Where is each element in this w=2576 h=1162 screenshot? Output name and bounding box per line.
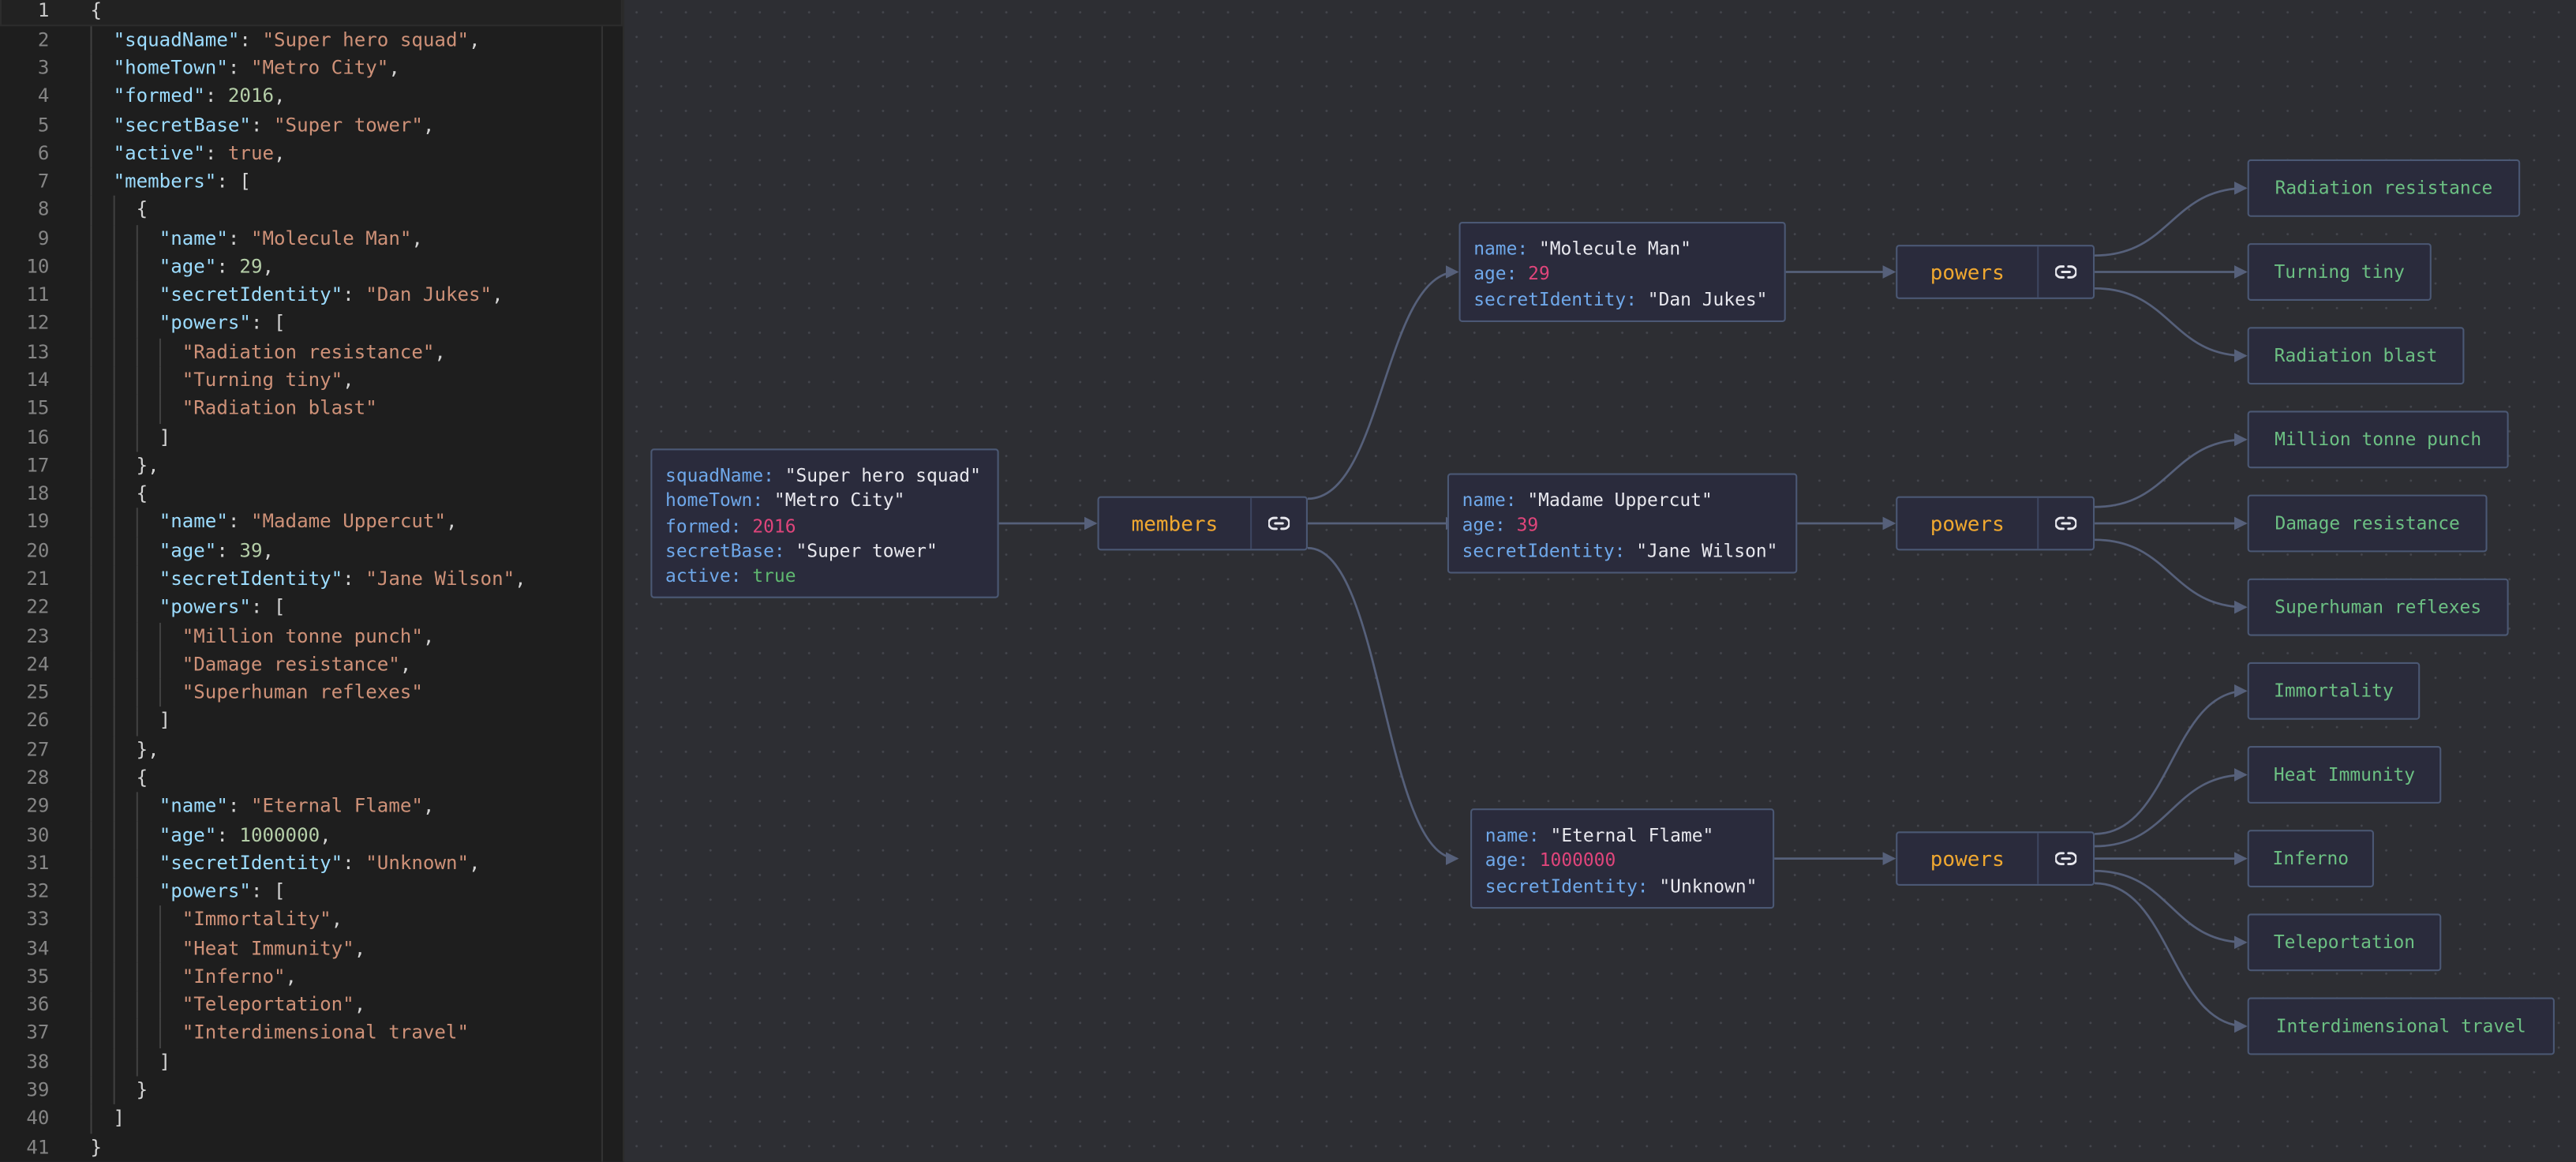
field-row: secretIdentity: "Unknown" xyxy=(1485,874,1760,899)
field-value: "Molecule Man" xyxy=(1538,238,1691,260)
array-label: members xyxy=(1131,511,1219,536)
field-value: 39 xyxy=(1516,515,1539,537)
field-key: homeTown: xyxy=(665,489,774,512)
power-leaf-node[interactable]: Radiation blast xyxy=(2247,327,2465,385)
link-icon[interactable] xyxy=(2037,833,2093,884)
power-leaf-node[interactable]: Heat Immunity xyxy=(2247,746,2442,804)
field-row: name: "Molecule Man" xyxy=(1473,237,1771,262)
field-value: "Madame Uppercut" xyxy=(1527,489,1713,512)
power-leaf-node[interactable]: Million tonne punch xyxy=(2247,410,2509,469)
field-row: formed: 2016 xyxy=(665,514,984,539)
field-key: secretIdentity: xyxy=(1462,540,1637,562)
power-leaf-node[interactable]: Interdimensional travel xyxy=(2247,997,2555,1055)
power-leaf-node[interactable]: Radiation resistance xyxy=(2247,159,2521,217)
field-value: "Dan Jukes" xyxy=(1647,288,1768,310)
powers-array-node[interactable]: powers xyxy=(1896,496,2095,551)
member-object-node[interactable]: name: "Eternal Flame" age: 1000000 secretI… xyxy=(1470,808,1775,909)
field-key: secretBase: xyxy=(665,540,796,562)
graph-edge xyxy=(2095,287,2248,362)
power-leaf-node[interactable]: Damage resistance xyxy=(2247,494,2488,553)
field-key: name: xyxy=(1462,489,1528,512)
field-row: secretIdentity: "Dan Jukes" xyxy=(1473,287,1771,312)
power-leaf-node[interactable]: Teleportation xyxy=(2247,913,2442,972)
link-icon[interactable] xyxy=(2037,246,2093,298)
power-leaf-node[interactable]: Inferno xyxy=(2247,830,2374,888)
field-key: name: xyxy=(1485,824,1551,847)
field-value: "Metro City" xyxy=(773,489,905,512)
graph-edge xyxy=(1307,546,1459,865)
array-label: powers xyxy=(1930,511,2005,536)
field-row: name: "Madame Uppercut" xyxy=(1462,488,1783,513)
member-object-node[interactable]: name: "Molecule Man" age: 29 secretIdentit… xyxy=(1458,222,1786,322)
field-value: "Jane Wilson" xyxy=(1636,540,1778,562)
array-label: powers xyxy=(1930,846,2005,872)
field-key: name: xyxy=(1473,238,1539,260)
link-icon[interactable] xyxy=(2037,497,2093,549)
field-key: squadName: xyxy=(665,465,785,487)
field-key: secretIdentity: xyxy=(1473,288,1648,310)
field-row: age: 29 xyxy=(1473,262,1771,287)
field-row: homeTown: "Metro City" xyxy=(665,489,984,514)
root-object-node[interactable]: squadName: "Super hero squad" homeTown: "… xyxy=(650,448,999,598)
field-row: squadName: "Super hero squad" xyxy=(665,463,984,489)
members-array-node[interactable]: members xyxy=(1097,496,1308,551)
field-key: secretIdentity: xyxy=(1485,875,1660,897)
field-value: "Super hero squad" xyxy=(784,465,981,487)
graph-edge xyxy=(1307,265,1459,500)
field-value: "Unknown" xyxy=(1659,875,1758,897)
array-label: powers xyxy=(1930,259,2005,285)
power-leaf-node[interactable]: Immortality xyxy=(2247,662,2421,720)
field-key: age: xyxy=(1473,263,1529,285)
field-row: name: "Eternal Flame" xyxy=(1485,823,1760,849)
power-leaf-node[interactable]: Turning tiny xyxy=(2247,243,2432,301)
field-value: "Eternal Flame" xyxy=(1550,824,1714,847)
powers-array-node[interactable]: powers xyxy=(1896,831,2095,886)
graph-edge xyxy=(2095,433,2248,508)
field-row: secretBase: "Super tower" xyxy=(665,539,984,564)
power-leaf-node[interactable]: Superhuman reflexes xyxy=(2247,578,2509,636)
field-key: age: xyxy=(1462,515,1517,537)
field-row: age: 39 xyxy=(1462,513,1783,538)
field-key: formed: xyxy=(665,515,753,537)
field-key: active: xyxy=(665,565,753,587)
link-icon[interactable] xyxy=(1250,497,1306,549)
graph-edge xyxy=(2095,869,2248,950)
graph-edge xyxy=(2095,538,2248,614)
graph-edge xyxy=(2095,182,2248,257)
powers-array-node[interactable]: powers xyxy=(1896,245,2095,299)
field-value: "Super tower" xyxy=(796,540,938,562)
graph-edge xyxy=(2095,768,2248,848)
field-value: 29 xyxy=(1528,263,1550,285)
field-value: true xyxy=(752,565,796,587)
field-key: age: xyxy=(1485,849,1540,872)
field-row: secretIdentity: "Jane Wilson" xyxy=(1462,538,1783,564)
app: 1{2 "squadName": "Super hero squad", 3 "h… xyxy=(0,0,2576,1162)
field-value: 1000000 xyxy=(1539,849,1616,872)
field-value: 2016 xyxy=(752,515,796,537)
member-object-node[interactable]: name: "Madame Uppercut" age: 39 secretIden… xyxy=(1447,473,1798,574)
field-row: active: true xyxy=(665,564,984,589)
field-row: age: 1000000 xyxy=(1485,849,1760,874)
graph-edges xyxy=(998,182,2248,1033)
